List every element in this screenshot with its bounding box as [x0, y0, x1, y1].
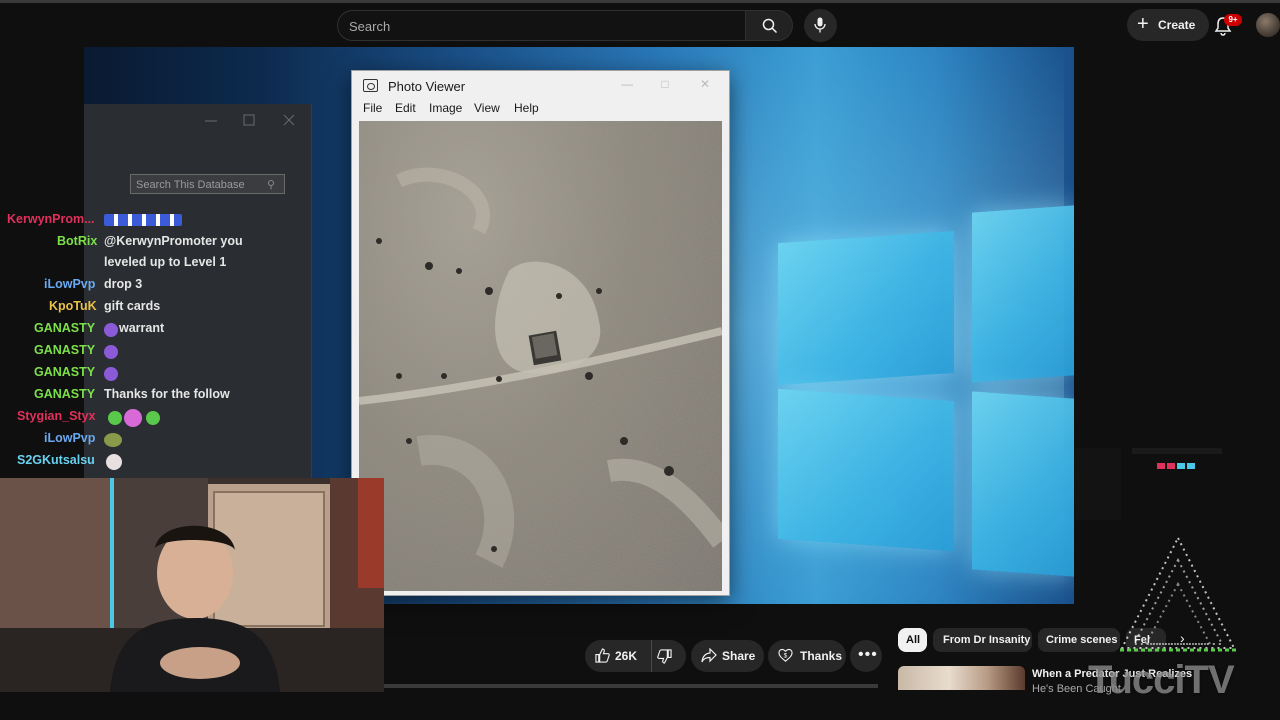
share-label: Share [722, 649, 756, 663]
chat-username: iLowPvp [44, 277, 96, 291]
voice-search-button[interactable] [804, 9, 837, 42]
photo-viewer-window[interactable]: Photo Viewer — □ ✕ File Edit Image View … [351, 70, 730, 596]
photo-viewer-menu-bar: File Edit Image View Help [352, 99, 729, 119]
account-avatar[interactable] [1256, 13, 1280, 37]
leaf-emote-icon [104, 367, 118, 381]
more-actions-button[interactable]: ••• [850, 640, 882, 672]
database-search-box[interactable]: ⚲ [130, 174, 285, 194]
stats-overlay-panel [1075, 448, 1121, 520]
menu-image[interactable]: Image [429, 101, 462, 115]
chip-label: Crime scenes [1046, 634, 1118, 646]
thanks-heart-icon: $ [778, 648, 793, 662]
search-button[interactable] [745, 10, 793, 41]
dot-pyramid-overlay [1120, 535, 1236, 652]
leaf-emote-icon [104, 345, 118, 359]
notification-badge: 9+ [1224, 14, 1242, 26]
chat-username: KpoTuK [49, 299, 97, 313]
emote-icon [106, 454, 122, 470]
create-label: Create [1158, 18, 1196, 32]
channel-watermark: TucciTV [1088, 658, 1235, 702]
database-search-input[interactable] [136, 178, 261, 192]
top-bar: + Create 9+ [0, 0, 1280, 48]
chip-all[interactable]: All [898, 628, 927, 652]
create-button[interactable]: + Create [1127, 9, 1209, 41]
page-divider [384, 684, 878, 688]
chip-label: All [906, 634, 921, 646]
thumbs-up-icon [595, 648, 610, 663]
chat-username: GANASTY [34, 321, 96, 335]
aerial-terrain [359, 121, 722, 591]
photo-viewer-app-icon [363, 79, 378, 92]
database-search-icon: ⚲ [267, 179, 276, 191]
chat-message: drop 3 [104, 277, 143, 291]
emote-icon [108, 411, 122, 425]
chat-message: leveled up to Level 1 [104, 255, 227, 269]
search-box[interactable] [337, 10, 745, 41]
scoreboard-overlay [1132, 448, 1222, 469]
streamer-webcam [0, 478, 384, 692]
microphone-icon [814, 17, 826, 33]
leaf-emote-icon [104, 323, 118, 337]
thanks-button[interactable]: $ Thanks [768, 640, 846, 672]
close-icon[interactable]: ✕ [698, 77, 712, 91]
chip-from-dr-insanity[interactable]: From Dr Insanity [933, 628, 1032, 652]
emote-icon [146, 411, 160, 425]
recommended-video-thumbnail[interactable] [898, 666, 1025, 690]
chat-message: Thanks for the follow [104, 387, 230, 401]
search-icon [762, 18, 778, 34]
emote-icon [104, 433, 122, 447]
photo-viewer-title: Photo Viewer [388, 79, 466, 94]
emote-icon [104, 214, 182, 226]
menu-edit[interactable]: Edit [395, 101, 416, 115]
windows-logo-pane-tr [972, 205, 1074, 383]
thumbs-down-icon [657, 649, 672, 664]
share-icon [701, 648, 717, 663]
chat-username: Stygian_Styx [17, 409, 96, 423]
chat-username: iLowPvp [44, 431, 96, 445]
photo-viewer-title-bar[interactable]: Photo Viewer — □ ✕ [352, 71, 729, 99]
like-dislike-group: 26K [585, 640, 686, 672]
chat-message: @KerwynPromoter you [104, 234, 243, 248]
chat-username: S2GKutsalsu [17, 453, 95, 467]
screen: + Create 9+ ⚲ Photo Viewer — □ ✕ [0, 0, 1280, 720]
svg-text:$: $ [784, 652, 788, 659]
like-button[interactable]: 26K [585, 640, 647, 672]
windows-logo-pane-bl [778, 388, 954, 552]
chat-message: warrant [119, 321, 165, 335]
menu-file[interactable]: File [363, 101, 382, 115]
windows-logo-pane-br [972, 391, 1074, 577]
chat-username: BotRix [57, 234, 98, 248]
windows-logo-pane-tl [778, 230, 954, 386]
dislike-button[interactable] [651, 640, 686, 672]
aerial-photograph [359, 121, 722, 591]
top-divider [0, 0, 1280, 3]
like-count: 26K [615, 649, 638, 663]
chat-username: KerwynProm... [7, 212, 95, 226]
more-horizontal-icon: ••• [858, 646, 878, 663]
thanks-label: Thanks [800, 649, 843, 663]
chip-crime-scenes[interactable]: Crime scenes [1038, 628, 1120, 652]
webcam-scene [0, 478, 384, 692]
minimize-icon[interactable]: — [620, 77, 634, 91]
chat-username: GANASTY [34, 387, 96, 401]
menu-view[interactable]: View [474, 101, 500, 115]
chat-username: GANASTY [34, 365, 96, 379]
emote-icon [124, 409, 142, 427]
chat-username: GANASTY [34, 343, 96, 357]
chat-message: gift cards [104, 299, 161, 313]
menu-help[interactable]: Help [514, 101, 539, 115]
plus-icon: + [1137, 13, 1149, 35]
chip-label: From Dr Insanity [943, 634, 1031, 646]
maximize-icon[interactable]: □ [658, 77, 672, 91]
stream-chat: KerwynProm... BotRix @KerwynPromoter you… [0, 212, 330, 474]
search-input[interactable] [349, 17, 729, 35]
database-window-controls [205, 114, 295, 126]
share-button[interactable]: Share [691, 640, 764, 672]
